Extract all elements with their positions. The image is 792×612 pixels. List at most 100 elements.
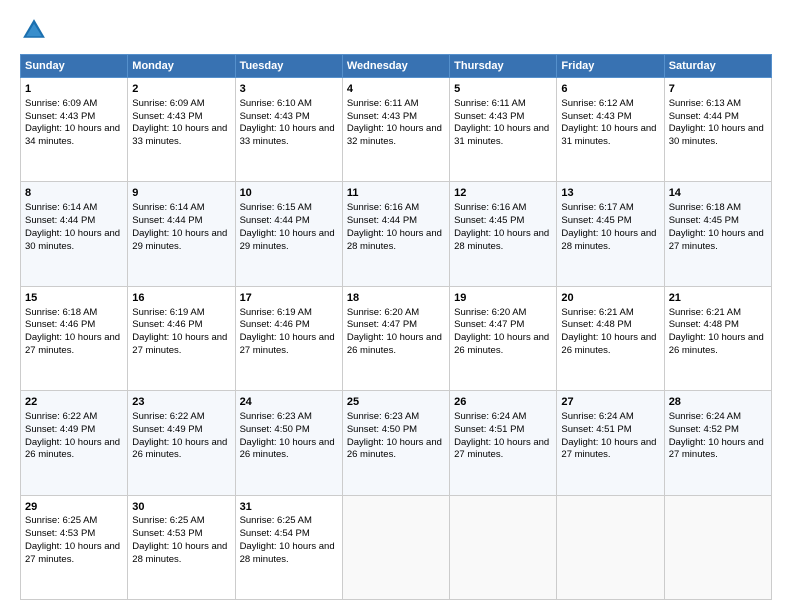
sunset-label: Sunset: 4:54 PM [240, 528, 310, 539]
daylight-label: Daylight: 10 hours and 27 minutes. [25, 332, 120, 356]
calendar-cell: 1Sunrise: 6:09 AMSunset: 4:43 PMDaylight… [21, 78, 128, 182]
sunrise-label: Sunrise: 6:24 AM [669, 411, 741, 422]
calendar-cell: 18Sunrise: 6:20 AMSunset: 4:47 PM Dayligh… [342, 286, 449, 390]
calendar-row: 22Sunrise: 6:22 AMSunset: 4:49 PMDayligh… [21, 391, 772, 495]
daylight-label: Daylight: 10 hours and 26 minutes. [347, 332, 442, 356]
sunrise-label: Sunrise: 6:25 AM [25, 515, 97, 526]
calendar-cell: 14Sunrise: 6:18 AMSunset: 4:45 PMDayligh… [664, 182, 771, 286]
daylight-label: Daylight: 10 hours and 31 minutes. [454, 123, 549, 147]
sunset-label: Sunset: 4:53 PM [132, 528, 202, 539]
sunset-label: Sunset: 4:44 PM [669, 111, 739, 122]
sunrise-label: Sunrise: 6:11 AM [347, 98, 419, 109]
sunset-label: Sunset: 4:43 PM [454, 111, 524, 122]
daylight-label: Daylight: 10 hours and 26 minutes. [669, 332, 764, 356]
daylight-label: Daylight: 10 hours and 28 minutes. [132, 541, 227, 565]
calendar-row: 8Sunrise: 6:14 AMSunset: 4:44 PMDaylight… [21, 182, 772, 286]
day-number: 1 [25, 82, 123, 97]
calendar-cell: 30Sunrise: 6:25 AMSunset: 4:53 PMDayligh… [128, 495, 235, 599]
sunrise-label: Sunrise: 6:24 AM [561, 411, 633, 422]
sunset-label: Sunset: 4:47 PM [347, 319, 417, 330]
daylight-label: Daylight: 10 hours and 33 minutes. [132, 123, 227, 147]
day-number: 23 [132, 395, 230, 410]
day-number: 20 [561, 291, 659, 306]
sunset-label: Sunset: 4:43 PM [561, 111, 631, 122]
day-number: 26 [454, 395, 552, 410]
sunrise-label: Sunrise: 6:23 AM [347, 411, 419, 422]
daylight-label: Daylight: 10 hours and 27 minutes. [132, 332, 227, 356]
calendar-row: 15Sunrise: 6:18 AMSunset: 4:46 PMDayligh… [21, 286, 772, 390]
daylight-label: Daylight: 10 hours and 34 minutes. [25, 123, 120, 147]
daylight-label: Daylight: 10 hours and 28 minutes. [454, 228, 549, 252]
sunrise-label: Sunrise: 6:22 AM [132, 411, 204, 422]
calendar-cell: 24Sunrise: 6:23 AMSunset: 4:50 PMDayligh… [235, 391, 342, 495]
calendar-cell: 5Sunrise: 6:11 AMSunset: 4:43 PMDaylight… [450, 78, 557, 182]
daylight-label: Daylight: 10 hours and 26 minutes. [25, 437, 120, 461]
day-number: 28 [669, 395, 767, 410]
sunrise-label: Sunrise: 6:17 AM [561, 202, 633, 213]
sunrise-label: Sunrise: 6:14 AM [132, 202, 204, 213]
calendar-cell: 28Sunrise: 6:24 AMSunset: 4:52 PMDayligh… [664, 391, 771, 495]
sunrise-label: Sunrise: 6:09 AM [25, 98, 97, 109]
calendar-cell: 27Sunrise: 6:24 AMSunset: 4:51 PMDayligh… [557, 391, 664, 495]
daylight-label: Daylight: 10 hours and 27 minutes. [25, 541, 120, 565]
sunset-label: Sunset: 4:45 PM [454, 215, 524, 226]
day-number: 7 [669, 82, 767, 97]
sunrise-label: Sunrise: 6:12 AM [561, 98, 633, 109]
sunrise-label: Sunrise: 6:14 AM [25, 202, 97, 213]
daylight-label: Daylight: 10 hours and 28 minutes. [347, 228, 442, 252]
day-number: 19 [454, 291, 552, 306]
sunrise-label: Sunrise: 6:21 AM [669, 307, 741, 318]
day-header-sunday: Sunday [21, 55, 128, 78]
sunrise-label: Sunrise: 6:20 AM [454, 307, 526, 318]
page: SundayMondayTuesdayWednesdayThursdayFrid… [0, 0, 792, 612]
calendar-cell [664, 495, 771, 599]
daylight-label: Daylight: 10 hours and 30 minutes. [669, 123, 764, 147]
sunrise-label: Sunrise: 6:25 AM [132, 515, 204, 526]
calendar-cell: 31Sunrise: 6:25 AMSunset: 4:54 PMDayligh… [235, 495, 342, 599]
daylight-label: Daylight: 10 hours and 28 minutes. [561, 228, 656, 252]
sunrise-label: Sunrise: 6:23 AM [240, 411, 312, 422]
day-number: 5 [454, 82, 552, 97]
day-number: 12 [454, 186, 552, 201]
sunset-label: Sunset: 4:44 PM [347, 215, 417, 226]
daylight-label: Daylight: 10 hours and 27 minutes. [454, 437, 549, 461]
day-number: 25 [347, 395, 445, 410]
sunset-label: Sunset: 4:51 PM [454, 424, 524, 435]
sunset-label: Sunset: 4:46 PM [240, 319, 310, 330]
sunset-label: Sunset: 4:47 PM [454, 319, 524, 330]
day-header-saturday: Saturday [664, 55, 771, 78]
header [20, 16, 772, 44]
calendar-cell: 12Sunrise: 6:16 AM Sunset: 4:45 PM Dayligh… [450, 182, 557, 286]
day-header-friday: Friday [557, 55, 664, 78]
day-number: 11 [347, 186, 445, 201]
daylight-label: Daylight: 10 hours and 33 minutes. [240, 123, 335, 147]
sunset-label: Sunset: 4:43 PM [347, 111, 417, 122]
sunset-label: Sunset: 4:51 PM [561, 424, 631, 435]
calendar-cell: 13Sunrise: 6:17 AMSunset: 4:45 PMDayligh… [557, 182, 664, 286]
day-header-wednesday: Wednesday [342, 55, 449, 78]
daylight-label: Daylight: 10 hours and 26 minutes. [454, 332, 549, 356]
calendar-cell: 22Sunrise: 6:22 AMSunset: 4:49 PMDayligh… [21, 391, 128, 495]
sunset-label: Sunset: 4:44 PM [25, 215, 95, 226]
daylight-label: Daylight: 10 hours and 26 minutes. [132, 437, 227, 461]
sunrise-label: Sunrise: 6:20 AM [347, 307, 419, 318]
day-number: 10 [240, 186, 338, 201]
calendar-cell: 21Sunrise: 6:21 AMSunset: 4:48 PMDayligh… [664, 286, 771, 390]
sunrise-label: Sunrise: 6:19 AM [240, 307, 312, 318]
calendar-cell: 8Sunrise: 6:14 AMSunset: 4:44 PMDaylight… [21, 182, 128, 286]
sunrise-label: Sunrise: 6:16 AM [454, 202, 526, 213]
sunrise-label: Sunrise: 6:09 AM [132, 98, 204, 109]
daylight-label: Daylight: 10 hours and 29 minutes. [240, 228, 335, 252]
sunset-label: Sunset: 4:53 PM [25, 528, 95, 539]
day-number: 18 [347, 291, 445, 306]
sunset-label: Sunset: 4:50 PM [347, 424, 417, 435]
daylight-label: Daylight: 10 hours and 28 minutes. [240, 541, 335, 565]
sunset-label: Sunset: 4:46 PM [25, 319, 95, 330]
day-number: 22 [25, 395, 123, 410]
daylight-label: Daylight: 10 hours and 27 minutes. [561, 437, 656, 461]
day-header-thursday: Thursday [450, 55, 557, 78]
calendar-cell: 19Sunrise: 6:20 AMSunset: 4:47 PM Dayligh… [450, 286, 557, 390]
day-number: 14 [669, 186, 767, 201]
sunset-label: Sunset: 4:50 PM [240, 424, 310, 435]
calendar-cell: 29Sunrise: 6:25 AMSunset: 4:53 PMDayligh… [21, 495, 128, 599]
